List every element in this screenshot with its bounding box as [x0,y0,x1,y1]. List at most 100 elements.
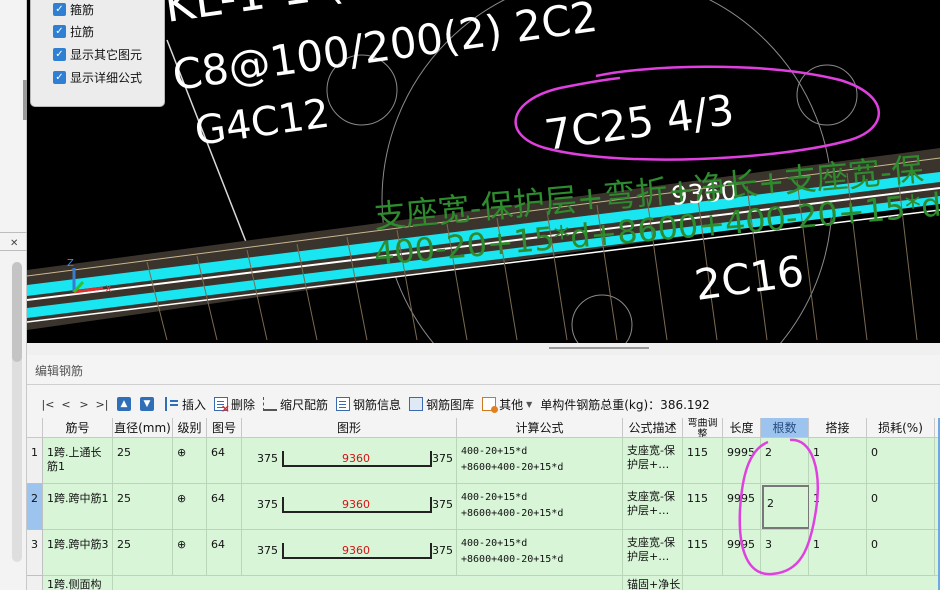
row-number[interactable]: 2 [27,484,43,530]
cell-count[interactable]: 3 [761,530,809,576]
cell-formula-desc[interactable]: 支座宽-保护层+… [623,484,683,530]
option-label: 拉筋 [70,24,95,39]
checkbox-checked-icon[interactable]: ✓ [53,24,66,38]
cell-lap[interactable]: 1 [809,530,867,576]
other-dropdown[interactable]: 其他 ▼ [482,396,532,413]
col-header-shape[interactable]: 图形 [242,418,457,438]
cell-loss[interactable]: 0 [867,530,935,576]
cell-bend-adjust[interactable]: 115 [683,438,723,484]
cell-row-span[interactable] [113,576,623,590]
waist-bar-label: G4C12 [192,91,332,155]
cell-loss[interactable]: 0 [867,484,935,530]
rebar-info-button[interactable]: 钢筋信息 [336,396,401,413]
col-header-loss[interactable]: 损耗(%) [867,418,935,438]
checkbox-checked-icon[interactable]: ✓ [53,2,66,16]
cell-grade[interactable]: ⊕ [173,438,207,484]
col-header-lap[interactable]: 搭接 [809,418,867,438]
col-header-formula-desc[interactable]: 公式描述 [623,418,683,438]
cell-grade[interactable]: ⊕ [173,484,207,530]
count-edit-field[interactable]: 2 [762,485,810,529]
cell-loss[interactable]: 0 [867,438,935,484]
col-header-figure-no[interactable]: 图号 [207,418,242,438]
cell-diameter[interactable]: 25 [113,530,173,576]
cell-bar-name[interactable]: 1跨.跨中筋3 [43,530,113,576]
next-record-button[interactable]: > [75,398,93,411]
cell-row-span[interactable] [683,576,940,590]
option-tie-bar[interactable]: ✓ 拉筋 [53,22,94,40]
option-label: 显示其它图元 [70,47,143,62]
move-up-button[interactable]: ▲ [117,397,134,411]
cell-shape[interactable]: 375 9360 375 [242,484,457,530]
option-stirrup[interactable]: ✓ 箍筋 [53,0,94,18]
cell-formula-desc[interactable]: 支座宽-保护层+… [623,530,683,576]
option-show-other-elements[interactable]: ✓ 显示其它图元 [53,45,142,63]
row-number[interactable]: 3 [27,530,43,576]
col-header-bar-no[interactable]: 筋号 [43,418,113,438]
arrow-down-icon: ▼ [140,397,154,411]
cell-lap[interactable]: 1 [809,484,867,530]
other-label: 其他 [499,397,524,412]
cell-diameter[interactable]: 25 [113,484,173,530]
cell-bar-name[interactable]: 1跨.跨中筋1 [43,484,113,530]
row-number[interactable] [27,576,43,590]
edit-rebar-panel: 编辑钢筋 |< < > >| ▲ ▼ 插入 删除 缩尺配筋 钢筋信息 [27,355,940,590]
checkbox-checked-icon[interactable]: ✓ [53,47,66,61]
editor-toolbar: |< < > >| ▲ ▼ 插入 删除 缩尺配筋 钢筋信息 钢筋图库 [27,393,940,415]
insert-row-icon [165,397,179,411]
col-header-bend-adjust[interactable]: 弯曲调整 [683,418,723,438]
bottom-bar-label: 2C16 [692,246,807,310]
col-header-formula[interactable]: 计算公式 [457,418,623,438]
shape-right-length: 375 [432,452,453,465]
cell-count[interactable]: 2 [761,438,809,484]
cell-formula[interactable]: 400-20+15*d +8600+400-20+15*d [457,438,623,484]
cell-length[interactable]: 9995 [723,484,761,530]
top-bar-label: 7C25 4/3 [542,85,737,160]
cell-diameter[interactable]: 25 [113,438,173,484]
cell-shape[interactable]: 375 9360 375 [242,438,457,484]
col-header-count[interactable]: 根数 [761,418,809,438]
formula-line: 400-20+15*d [461,538,528,549]
splitter-grip-icon[interactable] [549,344,649,349]
close-icon[interactable]: ✕ [10,238,18,249]
first-record-button[interactable]: |< [39,398,57,411]
insert-button[interactable]: 插入 [165,396,206,413]
col-header-diameter[interactable]: 直径(mm) [113,418,173,438]
cell-formula[interactable]: 400-20+15*d +8600+400-20+15*d [457,530,623,576]
col-header-length[interactable]: 长度 [723,418,761,438]
prev-record-button[interactable]: < [57,398,75,411]
last-record-button[interactable]: >| [93,398,111,411]
cell-formula[interactable]: 400-20+15*d +8600+400-20+15*d [457,484,623,530]
cell-bend-adjust[interactable]: 115 [683,530,723,576]
move-down-button[interactable]: ▼ [140,397,157,411]
cell-figure-no[interactable]: 64 [207,484,242,530]
delete-button[interactable]: 删除 [214,396,255,415]
scrollbar-thumb[interactable] [12,262,22,362]
cell-length[interactable]: 9995 [723,530,761,576]
document-icon [336,397,351,411]
cell-lap[interactable]: 1 [809,438,867,484]
option-show-detailed-formula[interactable]: ✓ 显示详细公式 [53,68,142,86]
panel-title: 编辑钢筋 [35,364,84,378]
rebar-library-button[interactable]: 钢筋图库 [409,396,474,413]
col-header-grade[interactable]: 级别 [173,418,207,438]
cell-formula-desc[interactable]: 锚固+净长 [623,576,683,590]
panel-splitter[interactable] [27,343,940,355]
option-label: 显示详细公式 [70,70,143,85]
rebar-info-label: 钢筋信息 [353,397,402,412]
cell-bar-name[interactable]: 1跨.侧面构 [43,576,113,590]
cell-bend-adjust[interactable]: 115 [683,484,723,530]
cell-formula-desc[interactable]: 支座宽-保护层+… [623,438,683,484]
cell-grade[interactable]: ⊕ [173,530,207,576]
cell-figure-no[interactable]: 64 [207,530,242,576]
shape-left-length: 375 [257,544,278,557]
scale-rebar-button[interactable]: 缩尺配筋 [263,396,328,413]
shape-main-length: 9360 [342,544,370,557]
cell-figure-no[interactable]: 64 [207,438,242,484]
cell-shape[interactable]: 375 9360 375 [242,530,457,576]
divider [27,384,940,385]
row-number[interactable]: 1 [27,438,43,484]
shape-left-length: 375 [257,498,278,511]
checkbox-checked-icon[interactable]: ✓ [53,70,66,84]
cell-bar-name[interactable]: 1跨.上通长筋1 [43,438,113,484]
cell-length[interactable]: 9995 [723,438,761,484]
